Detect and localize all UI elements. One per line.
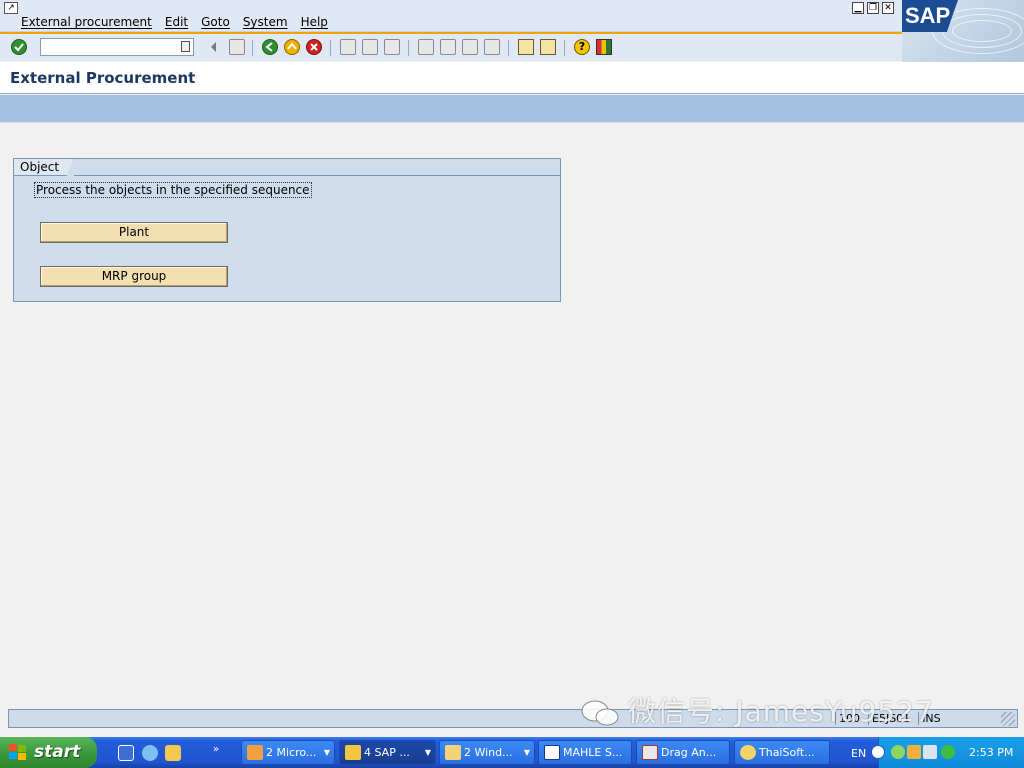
tray-expand-icon[interactable] — [871, 745, 885, 759]
system-tray: 2:53 PM — [871, 737, 1024, 768]
mrp-group-button[interactable]: MRP group — [40, 266, 228, 287]
save-icon[interactable] — [229, 39, 245, 55]
taskbar-clock[interactable]: 2:53 PM — [969, 746, 1013, 759]
quicklaunch-more-icon[interactable]: » — [213, 744, 219, 755]
chevron-down-icon: ▼ — [424, 748, 431, 757]
create-session-icon[interactable] — [518, 39, 534, 55]
first-page-icon[interactable] — [418, 39, 434, 55]
object-group-box: Object Process the objects in the specif… — [13, 158, 561, 302]
print-icon[interactable] — [340, 39, 356, 55]
window-controls: ▁ ❐ ✕ — [852, 2, 894, 14]
drag-app-icon — [642, 745, 658, 760]
back-arrow-icon[interactable] — [206, 39, 222, 55]
taskbar: start » 2 Micro... ▼ 4 SAP ... ▼ 2 Wind...… — [0, 737, 1024, 768]
last-page-icon[interactable] — [484, 39, 500, 55]
outlook-icon — [247, 745, 263, 760]
word-document-icon — [544, 745, 560, 760]
sap-logo: SAP — [902, 0, 1024, 62]
create-shortcut-icon[interactable] — [540, 39, 556, 55]
next-page-icon[interactable] — [462, 39, 478, 55]
status-fields: 100 E5JS01 INS — [835, 712, 941, 725]
taskbar-item-label: Drag An... — [661, 746, 717, 759]
thaisoft-icon — [740, 745, 756, 760]
menu-edit[interactable]: Edit — [165, 15, 188, 29]
toolbar-separator — [252, 40, 253, 56]
exit-icon[interactable] — [284, 39, 300, 55]
taskbar-item[interactable]: Drag An... — [636, 740, 730, 765]
minimize-icon[interactable]: ▁ — [852, 2, 864, 14]
quicklaunch-ie-icon[interactable] — [118, 745, 134, 761]
taskbar-item-active[interactable]: 4 SAP ... ▼ — [339, 740, 436, 765]
taskbar-item[interactable]: 2 Micro... ▼ — [241, 740, 335, 765]
plant-button[interactable]: Plant — [40, 222, 228, 243]
taskbar-item-label: ThaiSoft... — [759, 746, 815, 759]
tray-app-icon[interactable] — [891, 745, 905, 759]
taskbar-item-label: 4 SAP ... — [364, 746, 410, 759]
chevron-down-icon: ▼ — [323, 748, 330, 757]
menu-system[interactable]: System — [243, 15, 288, 29]
find-next-icon[interactable] — [384, 39, 400, 55]
taskbar-item-label: MAHLE S... — [563, 746, 623, 759]
menu-bar: ↗ External procurement Edit Goto System … — [0, 0, 1024, 32]
toolbar-separator — [330, 40, 331, 56]
status-server: E5JS01 — [868, 712, 910, 725]
status-mode[interactable]: INS — [918, 712, 941, 725]
toolbar-separator — [508, 40, 509, 56]
customize-layout-icon[interactable] — [596, 39, 612, 55]
taskbar-item[interactable]: MAHLE S... — [538, 740, 632, 765]
resize-grip-icon[interactable] — [1001, 712, 1015, 726]
status-bar: 100 E5JS01 INS — [8, 709, 1018, 728]
cancel-icon[interactable] — [306, 39, 322, 55]
group-description: Process the objects in the specified seq… — [34, 182, 312, 198]
page-title: External Procurement — [10, 69, 196, 87]
group-title: Object — [13, 158, 75, 176]
close-icon[interactable]: ✕ — [882, 2, 894, 14]
menu-list: External procurement Edit Goto System He… — [21, 15, 328, 29]
enter-check-icon[interactable] — [11, 39, 27, 55]
application-toolbar — [0, 95, 1024, 123]
previous-page-icon[interactable] — [440, 39, 456, 55]
quicklaunch-folder-icon[interactable] — [165, 745, 181, 761]
start-button[interactable]: start — [0, 737, 97, 768]
system-menu-icon[interactable]: ↗ — [4, 2, 18, 14]
taskbar-item-label: 2 Micro... — [266, 746, 317, 759]
title-bar: External Procurement — [0, 62, 1024, 94]
language-indicator[interactable]: EN — [851, 747, 866, 760]
folder-icon — [445, 745, 461, 760]
toolbar-separator — [564, 40, 565, 56]
chevron-down-icon: ▼ — [523, 748, 530, 757]
wifi-icon[interactable] — [941, 745, 955, 759]
tray-network-icon[interactable] — [923, 745, 937, 759]
toolbar-separator — [408, 40, 409, 56]
menu-external-procurement[interactable]: External procurement — [21, 15, 152, 29]
restore-icon[interactable]: ❐ — [867, 2, 879, 14]
back-icon[interactable] — [262, 39, 278, 55]
standard-toolbar: ? — [0, 32, 902, 61]
status-client: 100 — [835, 712, 860, 725]
find-icon[interactable] — [362, 39, 378, 55]
group-title-line — [74, 175, 561, 176]
help-icon[interactable]: ? — [574, 39, 590, 55]
quicklaunch-browser-icon[interactable] — [142, 745, 158, 761]
taskbar-item[interactable]: 2 Wind... ▼ — [439, 740, 535, 765]
command-history-icon[interactable] — [181, 41, 190, 52]
start-label: start — [34, 742, 81, 762]
windows-flag-icon — [9, 744, 26, 760]
tray-clock-icon[interactable] — [907, 745, 921, 759]
command-field[interactable] — [40, 38, 194, 56]
sap-icon — [345, 745, 361, 760]
taskbar-item[interactable]: ThaiSoft... — [734, 740, 830, 765]
menu-help[interactable]: Help — [301, 15, 328, 29]
taskbar-item-label: 2 Wind... — [464, 746, 513, 759]
menu-goto[interactable]: Goto — [201, 15, 230, 29]
command-input[interactable] — [41, 39, 171, 55]
